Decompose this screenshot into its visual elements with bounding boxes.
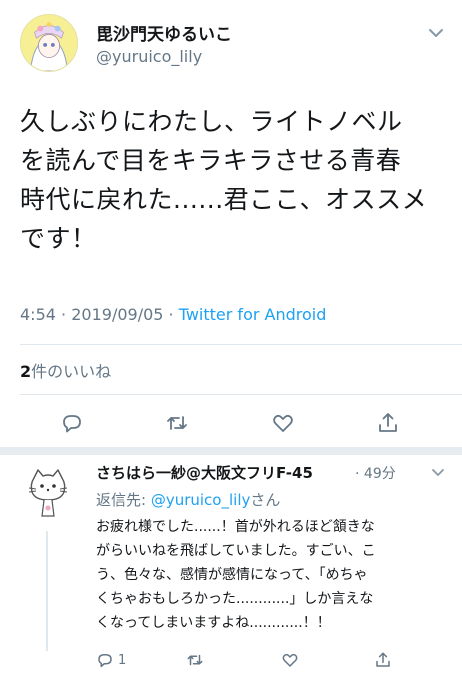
chevron-down-icon[interactable] xyxy=(427,26,445,40)
likes-number: 2 xyxy=(20,362,32,381)
reply-reply-button[interactable]: 1 xyxy=(96,650,126,670)
share-icon xyxy=(376,652,390,667)
avatar[interactable] xyxy=(20,14,78,72)
tweet-actions xyxy=(0,411,462,437)
thread-line xyxy=(46,531,48,651)
reply-text-line: くちゃおもしろかった............」しか言えな xyxy=(96,591,374,607)
reply-text-line: がらいいねを飛ばしていました。すごい、こ xyxy=(96,543,376,559)
replying-to: 返信先: @yuruico_lilyさん xyxy=(96,489,280,510)
reply-button[interactable] xyxy=(60,411,84,435)
replying-to-suffix: さん xyxy=(250,491,281,509)
tweet-time: 4:54 xyxy=(20,305,56,324)
display-name[interactable]: 毘沙門天ゆるいこ xyxy=(96,20,232,45)
retweet-button[interactable] xyxy=(165,411,189,435)
tweet-meta: 4:54 · 2019/09/05 · Twitter for Android xyxy=(20,305,326,324)
tweet-text: 久しぶりにわたし、ライトノベル を読んで目をキラキラさせる青春 時代に戻れた..… xyxy=(20,102,450,258)
reply-icon xyxy=(63,415,81,433)
reply-text-line: う、色々な、感情が感情になって、「めちゃ xyxy=(96,567,368,583)
retweet-icon xyxy=(167,416,187,430)
reply-count: 1 xyxy=(118,652,127,668)
avatar-illustration xyxy=(21,15,77,71)
divider xyxy=(20,344,462,345)
share-button[interactable] xyxy=(376,411,400,435)
like-button[interactable] xyxy=(271,411,295,435)
replying-to-prefix: 返信先: xyxy=(96,491,151,509)
tweet-date: 2019/09/05 xyxy=(71,305,164,324)
tweet-text-line: を読んで目をキラキラさせる青春 xyxy=(20,146,402,175)
reply-tweet[interactable]: さちはら一紗@大阪文フリF-45 · 49分 返信先: @yuruico_lil… xyxy=(0,455,462,680)
reply-like-button[interactable] xyxy=(281,650,299,670)
mention-link[interactable]: @yuruico_lily xyxy=(151,491,251,509)
tweet-source-link[interactable]: Twitter for Android xyxy=(179,305,327,324)
time-separator: · xyxy=(355,466,360,482)
reply-text: お疲れ様でした......！首が外れるほど頷きな がらいいねを飛ばしていました。… xyxy=(96,515,451,635)
reply-time-value: 49分 xyxy=(363,466,396,482)
chevron-down-icon[interactable] xyxy=(430,467,446,479)
tweet-text-line: 久しぶりにわたし、ライトノベル xyxy=(20,107,403,136)
divider xyxy=(20,394,462,395)
section-separator xyxy=(0,447,462,455)
tweet-text-line: です！ xyxy=(20,224,97,253)
reply-icon xyxy=(98,654,112,668)
reply-text-line: お疲れ様でした......！首が外れるほど頷きな xyxy=(96,519,375,535)
reply-avatar[interactable] xyxy=(28,468,68,520)
retweet-icon xyxy=(187,654,203,666)
like-icon xyxy=(273,414,293,432)
tweet-text-line: 時代に戻れた......君ここ、オススメ xyxy=(20,185,428,214)
meta-separator: · xyxy=(168,305,174,324)
user-handle[interactable]: @yuruico_lily xyxy=(96,47,202,66)
reply-retweet-button[interactable] xyxy=(186,650,204,670)
meta-separator: · xyxy=(61,305,67,324)
reply-text-line: くなってしまいますよね............！！ xyxy=(96,615,331,631)
likes-label: 件のいいね xyxy=(31,362,112,381)
like-icon xyxy=(282,653,298,667)
reply-actions: 1 xyxy=(0,650,462,672)
reply-time: · 49分 xyxy=(355,463,396,483)
share-icon xyxy=(379,413,397,432)
reply-display-name[interactable]: さちはら一紗@大阪文フリF-45 xyxy=(96,462,313,483)
reply-share-button[interactable] xyxy=(374,650,392,670)
likes-count[interactable]: 2件のいいね xyxy=(20,358,111,382)
